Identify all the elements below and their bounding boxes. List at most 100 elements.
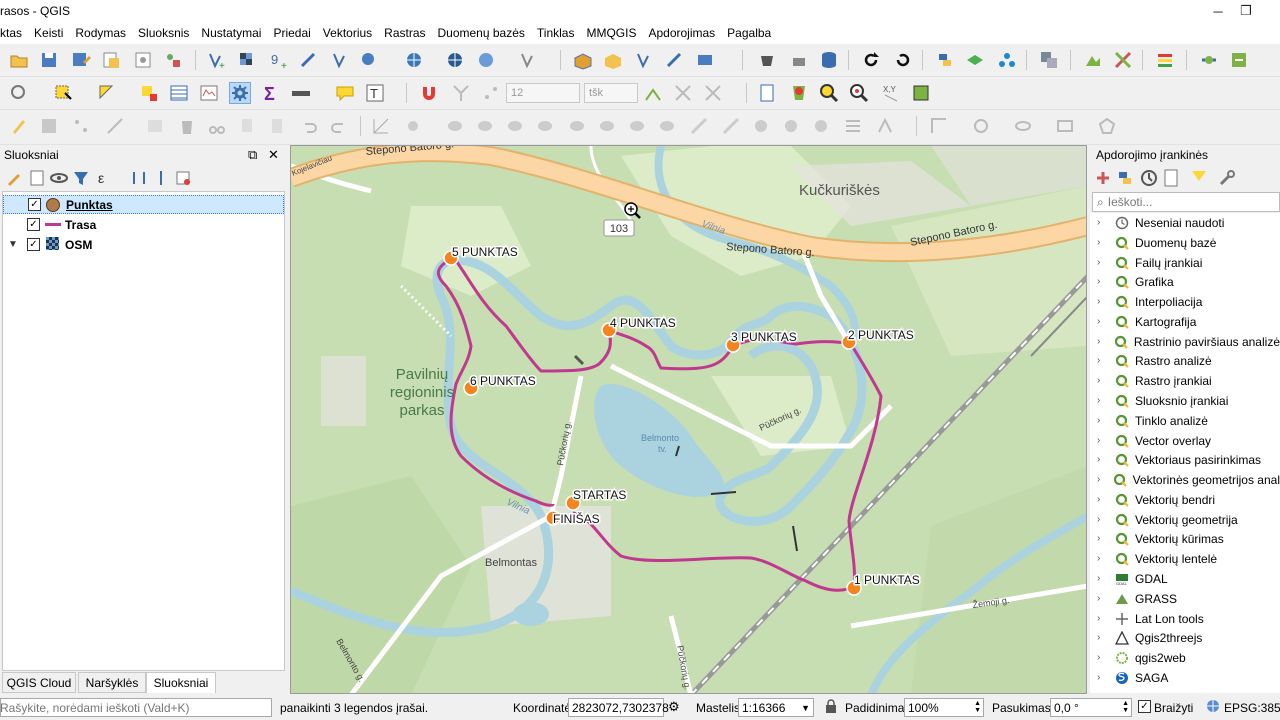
processing-item[interactable]: › Rastro analizė bbox=[1090, 351, 1280, 370]
processing-item[interactable]: › Vektoriaus pasirinkimas bbox=[1090, 450, 1280, 469]
tab-layers[interactable]: Sluoksniai bbox=[146, 672, 216, 693]
menu-raster[interactable]: Rastras bbox=[378, 26, 431, 40]
processing-item[interactable]: › Tinklo analizė bbox=[1090, 411, 1280, 430]
label-tool-icon[interactable] bbox=[874, 115, 896, 137]
processing-item[interactable]: › Neseniai naudoti bbox=[1090, 213, 1280, 232]
add-raster-icon[interactable] bbox=[236, 49, 258, 71]
expand-arrow-icon[interactable]: › bbox=[1097, 474, 1105, 485]
select-features-icon[interactable] bbox=[52, 82, 74, 104]
snap-unit-select[interactable]: tšk bbox=[584, 83, 638, 103]
menu-layer[interactable]: Sluoksnis bbox=[132, 26, 195, 40]
toggle-editing-icon[interactable] bbox=[8, 115, 30, 137]
processing-item[interactable]: › Grafika bbox=[1090, 272, 1280, 291]
delete-part-icon[interactable] bbox=[596, 115, 618, 137]
expand-arrow-icon[interactable]: › bbox=[1097, 435, 1107, 446]
toggle-extents-icon[interactable]: ⚙ bbox=[668, 699, 680, 715]
coordinate-xy-icon[interactable]: X,Y bbox=[880, 82, 902, 104]
processing-item[interactable]: › GDAL GDAL bbox=[1090, 569, 1280, 588]
deselect-icon[interactable] bbox=[138, 82, 160, 104]
expand-arrow-icon[interactable]: › bbox=[1097, 355, 1107, 366]
save-edits-icon[interactable] bbox=[38, 115, 60, 137]
cut-icon[interactable] bbox=[206, 115, 228, 137]
add-point-icon[interactable] bbox=[70, 115, 92, 137]
results-viewer-icon[interactable] bbox=[1160, 167, 1182, 189]
offset-curve-icon[interactable] bbox=[656, 115, 678, 137]
split-parts-icon[interactable] bbox=[720, 115, 742, 137]
snapping-config-icon[interactable] bbox=[450, 82, 472, 104]
merge-features-icon[interactable] bbox=[750, 115, 772, 137]
mmqgis-line-icon[interactable] bbox=[634, 49, 656, 71]
map-canvas[interactable]: 103 Stepono Batoro g. Kojelavičiau Stepo… bbox=[290, 145, 1087, 694]
rotation-spinbox[interactable]: 0,0 ° ▲ ▼ bbox=[1050, 698, 1132, 717]
processing-item[interactable]: › Qgis2threejs bbox=[1090, 628, 1280, 647]
mmqgis-edit-icon[interactable] bbox=[664, 49, 686, 71]
layer-checkbox[interactable]: ✓ bbox=[28, 198, 41, 211]
expand-arrow-icon[interactable]: › bbox=[1097, 533, 1107, 544]
plugin-green-icon[interactable] bbox=[1082, 49, 1104, 71]
processing-item[interactable]: › GRASS bbox=[1090, 589, 1280, 608]
paste-icon[interactable] bbox=[266, 115, 288, 137]
zoom-identify-icon[interactable] bbox=[8, 82, 30, 104]
processing-item[interactable]: › Failų įrankiai bbox=[1090, 253, 1280, 272]
render-checkbox[interactable]: ✓ bbox=[1138, 700, 1151, 713]
layer-checkbox[interactable]: ✓ bbox=[27, 218, 40, 231]
vertex-tool-icon[interactable] bbox=[104, 115, 126, 137]
expand-arrow-icon[interactable]: › bbox=[1097, 316, 1107, 327]
visibility-eye-icon[interactable] bbox=[48, 167, 70, 189]
layer-checkbox[interactable]: ✓ bbox=[27, 238, 40, 251]
processing-item[interactable]: › Kartografija bbox=[1090, 312, 1280, 331]
processing-item[interactable]: › Vektorių lentelė bbox=[1090, 549, 1280, 568]
rotate-symbols-icon[interactable] bbox=[810, 115, 832, 137]
georeference-icon[interactable] bbox=[910, 82, 932, 104]
processing-item[interactable]: › Vektorių geometrija bbox=[1090, 510, 1280, 529]
expand-arrow-icon[interactable]: › bbox=[1097, 276, 1107, 287]
python-scripts-icon[interactable] bbox=[1114, 167, 1136, 189]
crs-globe-icon[interactable] bbox=[1206, 699, 1220, 716]
add-wfs-icon[interactable] bbox=[404, 49, 426, 71]
processing-item[interactable]: › Vector overlay bbox=[1090, 431, 1280, 450]
db-import-icon[interactable] bbox=[788, 49, 810, 71]
snap-tolerance-input[interactable]: 12 bbox=[506, 83, 580, 103]
advanced-digitize-icon[interactable] bbox=[370, 115, 392, 137]
menu-help[interactable]: Pagalba bbox=[721, 26, 777, 40]
expand-all-icon[interactable] bbox=[128, 167, 150, 189]
tab-qgis-cloud[interactable]: QGIS Cloud bbox=[2, 672, 76, 693]
menu-settings[interactable]: Nustatymai bbox=[195, 26, 267, 40]
layer-row-trasa[interactable]: ✓ Trasa bbox=[3, 215, 284, 234]
menu-project[interactable]: ktas bbox=[0, 26, 28, 40]
add-ellipse-icon[interactable] bbox=[1012, 115, 1034, 137]
processing-item[interactable]: › Duomenų bazė bbox=[1090, 233, 1280, 252]
plugin-layers-icon[interactable] bbox=[964, 49, 986, 71]
restore-button[interactable]: ❐ bbox=[1226, 0, 1266, 22]
add-mesh-icon[interactable] bbox=[330, 49, 352, 71]
copy-icon[interactable] bbox=[236, 115, 258, 137]
expand-arrow-icon[interactable]: › bbox=[1097, 257, 1107, 268]
menu-processing[interactable]: Apdorojimas bbox=[642, 26, 721, 40]
fill-ring-icon[interactable] bbox=[534, 115, 556, 137]
filter-icon[interactable] bbox=[70, 167, 92, 189]
processing-item[interactable]: › Lat Lon tools bbox=[1090, 609, 1280, 628]
undo-refresh-icon[interactable] bbox=[892, 49, 914, 71]
expand-arrow-icon[interactable]: › bbox=[1097, 613, 1107, 624]
merge-attributes-icon[interactable] bbox=[780, 115, 802, 137]
expand-arrow-icon[interactable]: › bbox=[1097, 494, 1107, 505]
locator-search-input[interactable]: Rašykite, norėdami ieškoti (Vald+K) bbox=[0, 698, 272, 717]
processing-item[interactable]: › Rastrinio paviršiaus analizė bbox=[1090, 332, 1280, 351]
remove-layer-icon[interactable] bbox=[172, 167, 194, 189]
expand-arrow-icon[interactable]: › bbox=[1097, 296, 1107, 307]
scale-select[interactable]: 1:16366 ▼ bbox=[738, 698, 814, 717]
expand-arrow-icon[interactable]: › bbox=[1097, 217, 1107, 228]
window-tile-icon[interactable] bbox=[1038, 49, 1060, 71]
filter-expression-icon[interactable]: ε bbox=[94, 167, 116, 189]
layer-stack-icon[interactable] bbox=[1154, 49, 1176, 71]
network-icon[interactable] bbox=[996, 49, 1018, 71]
pin-map-icon[interactable] bbox=[788, 82, 810, 104]
expand-arrow-icon[interactable]: › bbox=[1097, 573, 1107, 584]
add-arcgis-icon[interactable] bbox=[476, 49, 498, 71]
expand-arrow-icon[interactable]: › bbox=[1097, 375, 1107, 386]
measure-icon[interactable] bbox=[290, 82, 312, 104]
history-icon[interactable] bbox=[1138, 167, 1160, 189]
processing-item[interactable]: › Interpoliacija bbox=[1090, 292, 1280, 311]
add-wcs-icon[interactable] bbox=[444, 49, 466, 71]
expand-arrow-icon[interactable]: › bbox=[1097, 593, 1107, 604]
